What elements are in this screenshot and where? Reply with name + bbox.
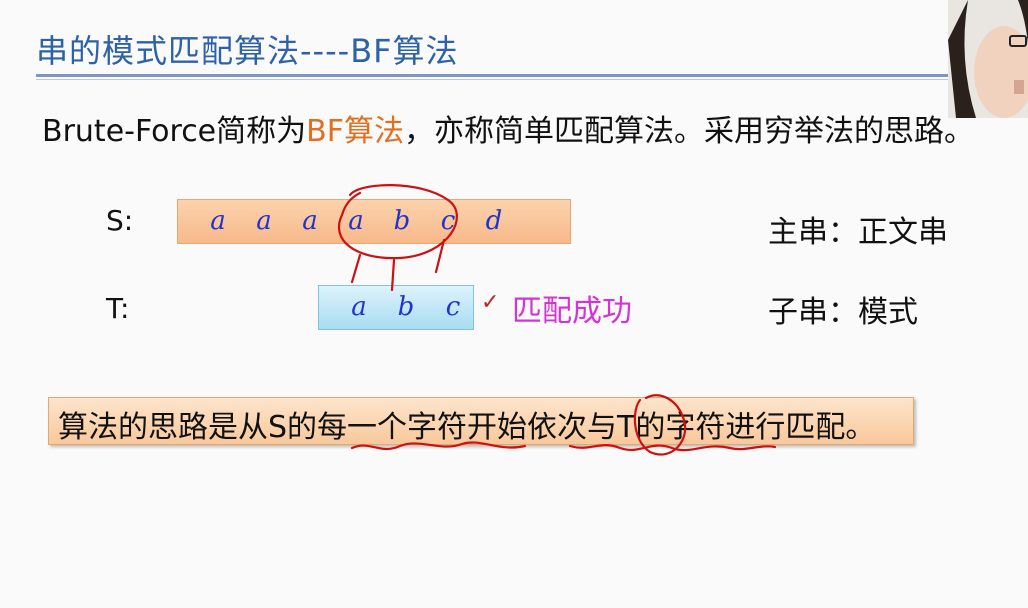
ink-circle-abc (337, 184, 458, 260)
ink-connector (390, 258, 396, 292)
ink-underline (350, 441, 527, 451)
ink-underline (568, 444, 777, 452)
handwriting-annotations (337, 184, 777, 456)
ink-connector (350, 253, 362, 284)
